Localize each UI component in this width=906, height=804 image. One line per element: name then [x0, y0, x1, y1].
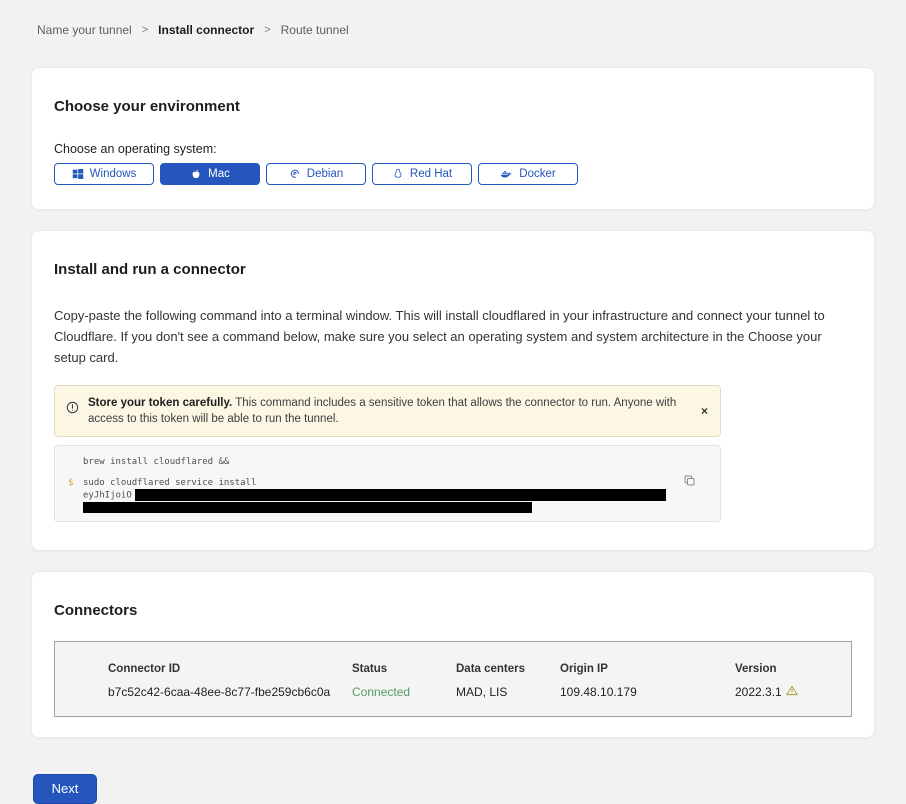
- environment-card: Choose your environment Choose an operat…: [31, 67, 875, 210]
- environment-card-title: Choose your environment: [54, 98, 852, 115]
- col-header-version: Version: [735, 663, 841, 675]
- token-warning-text: Store your token carefully. This command…: [88, 395, 684, 427]
- os-button-group: Windows Mac Debian: [54, 163, 852, 185]
- col-header-origin-ip: Origin IP: [560, 663, 735, 675]
- token-warning-banner: Store your token carefully. This command…: [54, 385, 721, 437]
- os-button-label: Mac: [208, 168, 230, 180]
- close-icon[interactable]: ×: [701, 405, 708, 417]
- connectors-table: Connector ID Status Data centers Origin …: [54, 641, 852, 717]
- install-command-codeblock: brew install cloudflared && $ sudo cloud…: [54, 445, 721, 522]
- token-warning-bold: Store your token carefully.: [88, 397, 232, 409]
- origin-ip-value: 109.48.10.179: [560, 685, 735, 699]
- os-button-redhat[interactable]: Red Hat: [372, 163, 472, 185]
- table-row: b7c52c42-6caa-48ee-8c77-fbe259cb6c0a Con…: [108, 685, 841, 699]
- install-card-description: Copy-paste the following command into a …: [54, 305, 849, 368]
- os-button-mac[interactable]: Mac: [160, 163, 260, 185]
- connector-id-value: b7c52c42-6caa-48ee-8c77-fbe259cb6c0a: [108, 685, 352, 699]
- os-button-windows[interactable]: Windows: [54, 163, 154, 185]
- code-line-brew: brew install cloudflared &&: [83, 457, 229, 468]
- os-button-label: Debian: [307, 168, 343, 180]
- shell-prompt: $: [68, 478, 83, 513]
- apple-icon: [190, 168, 202, 180]
- connectors-card-title: Connectors: [54, 602, 852, 619]
- os-button-docker[interactable]: Docker: [478, 163, 578, 185]
- breadcrumb: Name your tunnel > Install connector > R…: [0, 0, 906, 37]
- col-header-data-centers: Data centers: [456, 663, 560, 675]
- debian-swirl-icon: [289, 168, 301, 180]
- redacted-token-bar: [135, 489, 666, 501]
- docker-whale-icon: [500, 168, 513, 180]
- code-line-sudo: sudo cloudflared service install: [83, 478, 666, 489]
- windows-logo-icon: [72, 168, 84, 180]
- install-connector-card: Install and run a connector Copy-paste t…: [31, 230, 875, 551]
- os-button-label: Windows: [90, 168, 137, 180]
- col-header-connector-id: Connector ID: [108, 663, 352, 675]
- breadcrumb-step-route-tunnel[interactable]: Route tunnel: [281, 23, 349, 37]
- redhat-linux-icon: [392, 168, 404, 180]
- next-button[interactable]: Next: [33, 774, 97, 804]
- status-badge: Connected: [352, 685, 456, 699]
- os-button-label: Red Hat: [410, 168, 452, 180]
- info-circle-icon: [66, 401, 79, 419]
- copy-icon: [683, 475, 696, 490]
- os-button-debian[interactable]: Debian: [266, 163, 366, 185]
- page-content: Choose your environment Choose an operat…: [31, 67, 875, 738]
- copy-command-button[interactable]: [683, 474, 696, 490]
- breadcrumb-step-install-connector[interactable]: Install connector: [158, 23, 254, 37]
- os-select-label: Choose an operating system:: [54, 142, 852, 156]
- redacted-token-bar: [83, 502, 532, 513]
- col-header-status: Status: [352, 663, 456, 675]
- connectors-table-header: Connector ID Status Data centers Origin …: [108, 663, 841, 675]
- os-button-label: Docker: [519, 168, 555, 180]
- version-warning-icon: [786, 685, 798, 699]
- breadcrumb-step-name-your-tunnel[interactable]: Name your tunnel: [37, 23, 132, 37]
- connectors-card: Connectors Connector ID Status Data cent…: [31, 571, 875, 738]
- breadcrumb-separator: >: [142, 24, 148, 36]
- breadcrumb-separator: >: [264, 24, 270, 36]
- token-prefix: eyJhIjoiO: [83, 491, 132, 501]
- install-card-title: Install and run a connector: [54, 261, 852, 278]
- data-centers-value: MAD, LIS: [456, 685, 560, 699]
- version-value: 2022.3.1: [735, 685, 841, 699]
